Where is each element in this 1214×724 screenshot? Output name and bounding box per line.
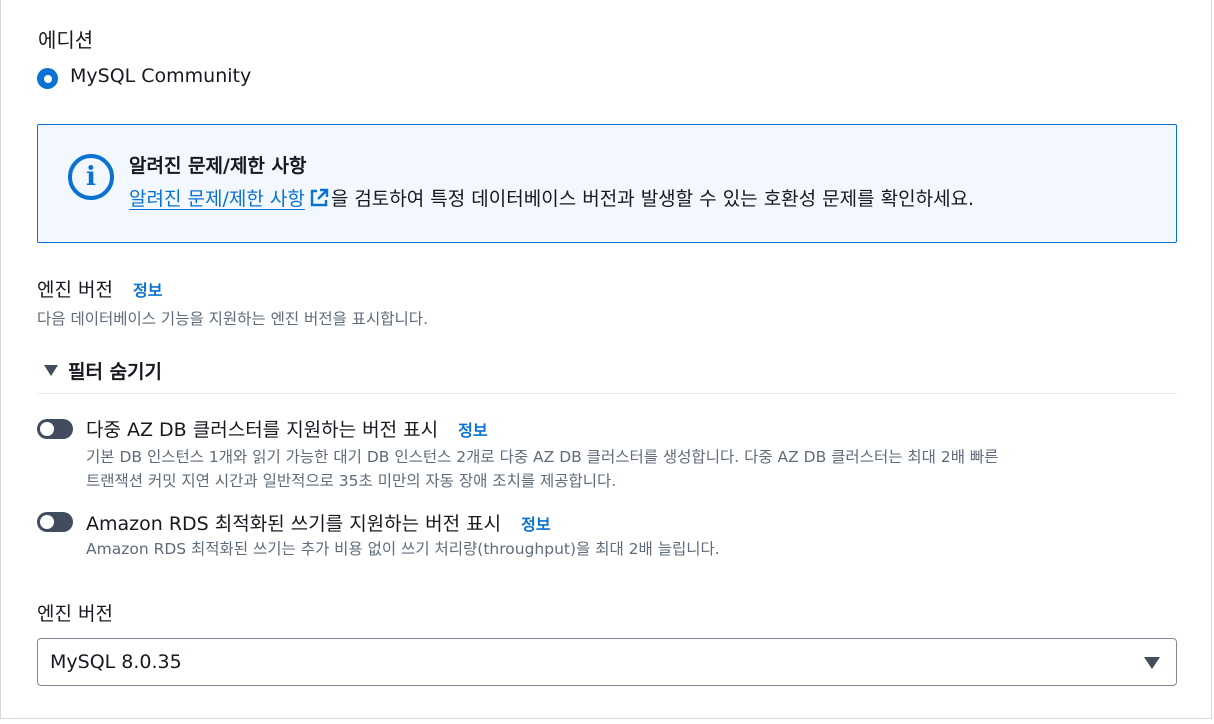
mysql-community-label[interactable]: MySQL Community [70,65,251,87]
multi-az-label-row: 다중 AZ DB 클러스터를 지원하는 버전 표시 정보 [86,415,488,442]
edition-label: 에디션 [38,28,94,52]
engine-options-panel [0,0,1212,719]
engine-version-info-link[interactable]: 정보 [133,281,162,300]
alert-text: 알려진 문제/제한 사항 을 검토하여 특정 데이터베이스 버전과 발생할 수 있… [129,184,974,211]
engine-version-select[interactable]: MySQL 8.0.35 [37,638,1177,686]
optimized-writes-toggle[interactable] [37,512,73,532]
known-issues-link[interactable]: 알려진 문제/제한 사항 [129,188,305,210]
engine-version-heading: 엔진 버전 정보 [37,275,162,302]
engine-version-heading-text: 엔진 버전 [37,279,113,301]
hide-filters-label: 필터 숨기기 [68,361,163,383]
info-circle-icon: i [68,154,114,200]
dropdown-caret-icon [1144,657,1160,669]
external-link-icon[interactable] [309,188,329,208]
engine-version-select-label: 엔진 버전 [37,603,113,625]
caret-down-icon [44,365,58,376]
optimized-writes-description: Amazon RDS 최적화된 쓰기는 추가 비용 없이 쓰기 처리량(thro… [86,540,720,558]
engine-version-select-value: MySQL 8.0.35 [50,651,182,673]
hide-filters-toggle[interactable]: 필터 숨기기 [44,357,162,384]
multi-az-label: 다중 AZ DB 클러스터를 지원하는 버전 표시 [86,419,439,441]
optimized-writes-label: Amazon RDS 최적화된 쓰기를 지원하는 버전 표시 [86,513,502,535]
multi-az-toggle[interactable] [37,419,73,439]
multi-az-description: 기본 DB 인스턴스 1개와 읽기 가능한 대기 DB 인스턴스 2개로 다중 … [86,445,998,493]
multi-az-desc-line2: 트랜잭션 커밋 지연 시간과 일반적으로 35초 미만의 자동 장애 조치를 제… [86,472,617,490]
alert-title: 알려진 문제/제한 사항 [129,155,307,177]
alert-text-suffix: 을 검토하여 특정 데이터베이스 버전과 발생할 수 있는 호환성 문제를 확인… [330,188,975,210]
multi-az-desc-line1: 기본 DB 인스턴스 1개와 읽기 가능한 대기 DB 인스턴스 2개로 다중 … [86,448,999,466]
divider [37,393,1177,394]
optimized-writes-label-row: Amazon RDS 최적화된 쓰기를 지원하는 버전 표시 정보 [86,509,551,536]
optimized-writes-info-link[interactable]: 정보 [521,515,550,534]
multi-az-info-link[interactable]: 정보 [458,421,487,440]
mysql-community-radio[interactable] [37,68,58,89]
engine-version-description: 다음 데이터베이스 기능을 지원하는 엔진 버전을 표시합니다. [37,310,428,328]
